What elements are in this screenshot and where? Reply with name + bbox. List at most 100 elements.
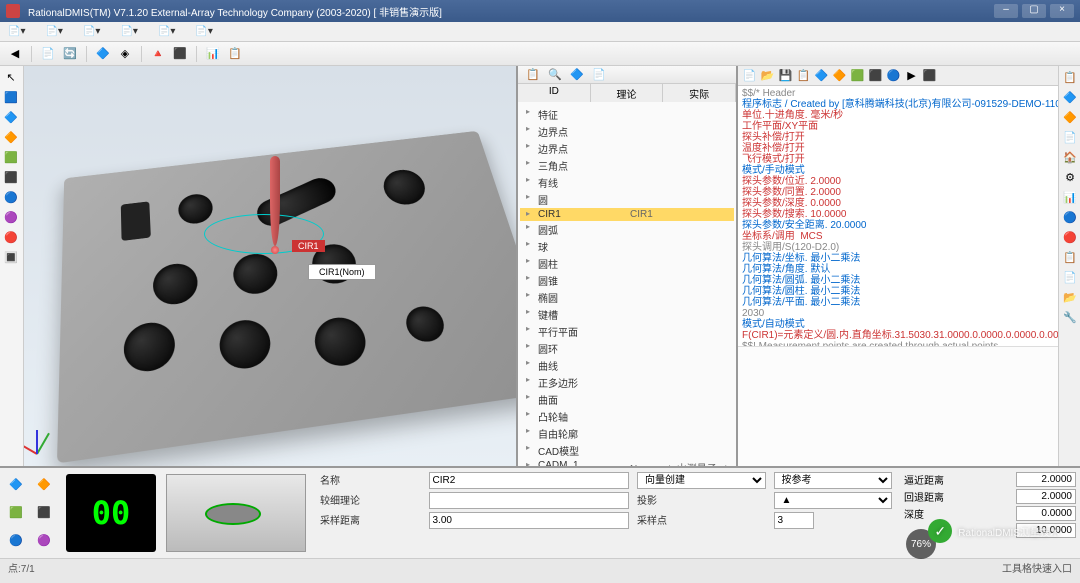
create-select[interactable]: 向量创建 [637,472,766,489]
tool-icon[interactable]: 🔷 [814,68,829,83]
code-line[interactable]: 2030 [742,308,1054,319]
pitch-input[interactable] [429,512,630,529]
btool-icon[interactable]: ⬛ [32,500,56,524]
close-button[interactable]: × [1050,4,1074,18]
tree-item[interactable]: 曲线 [520,357,734,374]
tree-item[interactable]: 边界点 [520,140,734,157]
code-line[interactable]: 探头调用/S(120-D2.0) [742,242,1054,253]
refresh-button[interactable]: 🔄 [61,45,79,63]
menu-item[interactable]: 📄▾ [83,26,100,37]
side-tool-icon[interactable]: 🔧 [1061,308,1079,326]
code-line[interactable]: 探头参数/同置. 2.0000 [742,187,1054,198]
maximize-button[interactable]: ▢ [1022,4,1046,18]
tool-icon[interactable]: ⬛ [868,68,883,83]
stop-icon[interactable]: ⬛ [922,68,937,83]
new-button[interactable]: 📄 [39,45,57,63]
ref-select[interactable]: 按参考 [774,472,893,489]
radius-input[interactable] [429,492,630,509]
code-line[interactable]: 模式/自动模式 [742,319,1054,330]
side-tool-icon[interactable]: 🔶 [1061,108,1079,126]
tool-button[interactable]: 📋 [226,45,244,63]
code-line[interactable]: 探头补偿/打开 [742,132,1054,143]
tool-icon[interactable]: 🔷 [2,108,20,126]
proj-select[interactable]: ▲ [774,492,893,509]
tool-icon[interactable]: 🟩 [850,68,865,83]
code-line[interactable]: 探头参数/深度. 0.0000 [742,198,1054,209]
btool-icon[interactable]: 🔵 [4,528,28,552]
tool-button[interactable]: 🔺 [149,45,167,63]
side-tool-icon[interactable]: 📋 [1061,68,1079,86]
code-line[interactable]: 程序标志 / Created by [意科腾端科技(北京)有限公司-091529… [742,99,1054,110]
run-icon[interactable]: ▶ [904,68,919,83]
btool-icon[interactable]: 🔶 [32,472,56,496]
back-button[interactable]: ◀ [6,45,24,63]
tree-item[interactable]: 键槽 [520,306,734,323]
code-line[interactable]: 探头参数/位近. 2.0000 [742,176,1054,187]
tree-item[interactable]: 正多边形 [520,374,734,391]
3d-viewport[interactable]: CIR1 CIR1(Nom) [24,66,518,466]
copy-icon[interactable]: 📋 [796,68,811,83]
tree-item[interactable]: 自由轮廓 [520,425,734,442]
tree-item[interactable]: 特征 [520,106,734,123]
side-tool-icon[interactable]: 📂 [1061,288,1079,306]
new-icon[interactable]: 📄 [742,68,757,83]
side-tool-icon[interactable]: 📋 [1061,248,1079,266]
btool-icon[interactable]: 🔷 [4,472,28,496]
tree-item[interactable]: 圆锥 [520,272,734,289]
feature-tag[interactable]: CIR1 [292,240,325,252]
tool-icon[interactable]: 🔶 [2,128,20,146]
tree-item[interactable]: 圆柱 [520,255,734,272]
name-input[interactable] [429,472,630,489]
tool-icon[interactable]: 🟦 [2,88,20,106]
code-line[interactable]: 探头参数/安全距离. 20.0000 [742,220,1054,231]
tree-item[interactable]: 圆环 [520,340,734,357]
tool-button[interactable]: 🔷 [94,45,112,63]
tool-icon[interactable]: 🟣 [2,208,20,226]
code-line[interactable]: $$/* Header [742,88,1054,99]
code-line[interactable]: 探头参数/搜索. 10.0000 [742,209,1054,220]
tree-item[interactable]: 曲面 [520,391,734,408]
side-tool-icon[interactable]: 🔵 [1061,208,1079,226]
program-code[interactable]: $$/* Header程序标志 / Created by [意科腾端科技(北京)… [738,86,1058,346]
select-tool[interactable]: ↖ [2,68,20,86]
tree-item[interactable]: 球 [520,238,734,255]
tree-item[interactable]: CADM_1Nan_part_山测量子.stp [520,459,734,466]
tree-item[interactable]: 椭圆 [520,289,734,306]
feature-tree[interactable]: 特征边界点边界点三角点有线圆CIR1CIR1圆弧球圆柱圆锥椭圆键槽平行平面圆环曲… [518,102,736,466]
side-tool-icon[interactable]: 📄 [1061,128,1079,146]
code-line[interactable]: 几何算法/圆柱. 最小二乘法 [742,286,1054,297]
tree-tool-icon[interactable]: 🔍 [546,66,564,84]
btool-icon[interactable]: 🟣 [32,528,56,552]
tool-icon[interactable]: 🔵 [2,188,20,206]
tool-icon[interactable]: 🔳 [2,248,20,266]
tree-item[interactable]: 圆弧 [520,221,734,238]
tree-item[interactable]: 边界点 [520,123,734,140]
tree-tool-icon[interactable]: 📄 [590,66,608,84]
tool-icon[interactable]: 🔶 [832,68,847,83]
tool-icon[interactable]: 🟩 [2,148,20,166]
retract-input[interactable] [1016,489,1076,504]
code-line[interactable]: 飞行模式/打开 [742,154,1054,165]
cad-part[interactable] [57,131,518,464]
approach-input[interactable] [1016,472,1076,487]
tree-item[interactable]: 三角点 [520,157,734,174]
side-tool-icon[interactable]: ⚙ [1061,168,1079,186]
side-tool-icon[interactable]: 📄 [1061,268,1079,286]
menu-item[interactable]: 📄▾ [8,26,25,37]
code-line[interactable]: 单位.十进角度. 毫米/秒 [742,110,1054,121]
save-icon[interactable]: 💾 [778,68,793,83]
tree-item[interactable]: CAD模型 [520,442,734,459]
tool-icon[interactable]: ⬛ [2,168,20,186]
btool-icon[interactable]: 🟩 [4,500,28,524]
tree-tool-icon[interactable]: 📋 [524,66,542,84]
code-line[interactable]: 几何算法/圆弧. 最小二乘法 [742,275,1054,286]
menu-item[interactable]: 📄▾ [45,26,62,37]
open-icon[interactable]: 📂 [760,68,775,83]
tree-item[interactable]: 圆 [520,191,734,208]
tree-item[interactable]: CIR1CIR1 [520,208,734,221]
code-line[interactable]: 几何算法/坐标. 最小二乘法 [742,253,1054,264]
side-tool-icon[interactable]: 📊 [1061,188,1079,206]
code-line[interactable]: 几何算法/平面. 最小二乘法 [742,297,1054,308]
tree-item[interactable]: 有线 [520,174,734,191]
menu-item[interactable]: 📄▾ [158,26,175,37]
